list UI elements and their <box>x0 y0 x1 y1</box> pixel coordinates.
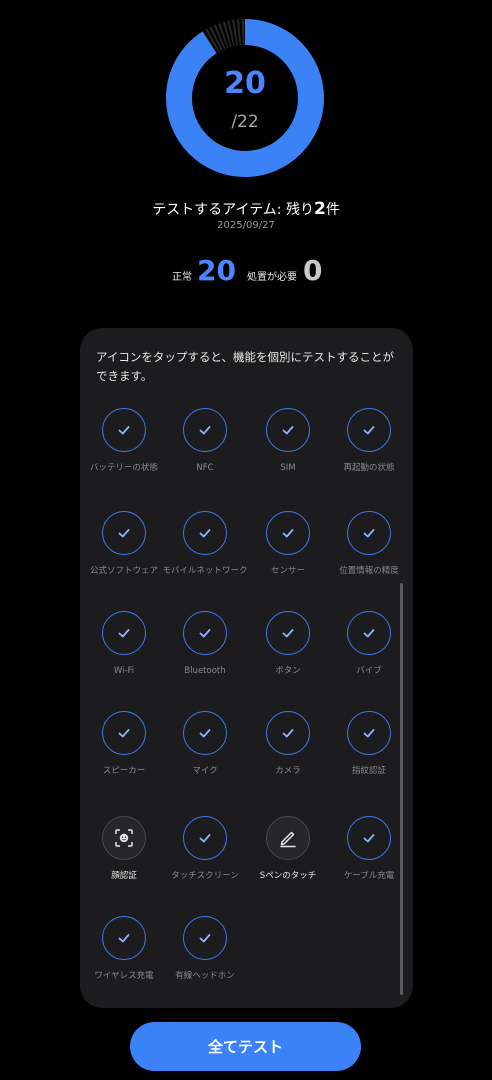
test-all-button[interactable]: 全てテスト <box>130 1022 361 1071</box>
check-icon <box>116 625 132 641</box>
test-items-panel: アイコンをタップすると、機能を個別にテストすることができます。 バッテリーの状態… <box>80 328 413 1008</box>
test-item-button[interactable] <box>183 611 227 655</box>
test-item-button[interactable] <box>347 711 391 755</box>
needs-action-label: 処置が必要 <box>247 272 297 283</box>
test-item-label: センサー <box>270 566 305 576</box>
test-item-label: バッテリーの状態 <box>89 463 158 473</box>
face-scan-icon <box>114 828 134 848</box>
test-item-button[interactable] <box>102 916 146 960</box>
test-item-label: SIM <box>280 463 296 473</box>
remaining-suffix: 件 <box>325 202 340 218</box>
progress-ring: 20 /22 <box>165 18 325 178</box>
check-icon <box>116 725 132 741</box>
test-item-label: スピーカー <box>102 766 146 776</box>
test-item-button[interactable] <box>266 611 310 655</box>
panel-description: アイコンをタップすると、機能を個別にテストすることができます。 <box>96 350 394 383</box>
remaining-items: テストするアイテム: 残り2件 <box>0 199 492 219</box>
check-icon <box>197 422 213 438</box>
test-item-button[interactable] <box>266 711 310 755</box>
test-item-button[interactable] <box>266 408 310 452</box>
test-item-label: 有線ヘッドホン <box>175 971 235 981</box>
test-item-button[interactable] <box>347 816 391 860</box>
remaining-prefix: テストするアイテム: 残り <box>152 202 314 218</box>
test-item-button[interactable] <box>266 511 310 555</box>
test-item-button[interactable] <box>102 408 146 452</box>
normal-label: 正常 <box>172 272 192 283</box>
check-icon <box>361 422 377 438</box>
test-item-button[interactable] <box>183 711 227 755</box>
remaining-count: 2 <box>313 199 326 219</box>
test-item-button[interactable] <box>347 408 391 452</box>
test-item-label: Bluetooth <box>184 666 226 676</box>
test-item-label: Wi-Fi <box>113 666 135 676</box>
normal-count: 20 <box>197 254 236 287</box>
test-item-label: ワイヤレス充電 <box>94 971 154 981</box>
test-item-button[interactable] <box>102 711 146 755</box>
test-item-button[interactable] <box>183 816 227 860</box>
check-icon <box>197 525 213 541</box>
test-item-button[interactable] <box>102 816 146 860</box>
test-item-label: 位置情報の精度 <box>339 566 399 576</box>
check-icon <box>280 525 296 541</box>
ring-count: 20 <box>224 66 266 101</box>
result-stats: 正常 20 処置が必要 0 <box>0 254 492 294</box>
check-icon <box>280 625 296 641</box>
test-item-button[interactable] <box>183 408 227 452</box>
test-item-label: モバイルネットワーク <box>162 566 248 576</box>
check-icon <box>116 525 132 541</box>
test-item-label: 公式ソフトウェア <box>89 566 158 576</box>
check-icon <box>197 725 213 741</box>
test-item-button[interactable] <box>183 916 227 960</box>
test-item-label: 顔認証 <box>111 871 137 881</box>
check-icon <box>280 725 296 741</box>
check-icon <box>197 625 213 641</box>
check-icon <box>116 930 132 946</box>
check-icon <box>361 525 377 541</box>
test-item-label: カメラ <box>275 766 301 776</box>
pen-icon <box>278 828 298 848</box>
test-item-label: タッチスクリーン <box>171 871 239 881</box>
test-item-label: Sペンのタッチ <box>259 871 317 881</box>
check-icon <box>197 930 213 946</box>
check-icon <box>361 830 377 846</box>
test-item-label: 再起動の状態 <box>343 463 395 473</box>
check-icon <box>116 422 132 438</box>
test-date: 2025/09/27 <box>217 220 275 231</box>
test-item-button[interactable] <box>102 511 146 555</box>
check-icon <box>361 625 377 641</box>
panel-scrollbar[interactable] <box>400 583 403 995</box>
check-icon <box>280 422 296 438</box>
test-item-button[interactable] <box>183 511 227 555</box>
test-item-label: マイク <box>192 766 218 776</box>
test-item-button[interactable] <box>266 816 310 860</box>
check-icon <box>197 830 213 846</box>
check-icon <box>361 725 377 741</box>
ring-total: /22 <box>231 112 259 132</box>
test-item-label: NFC <box>196 463 214 473</box>
test-item-label: ボタン <box>275 666 301 676</box>
test-item-button[interactable] <box>102 611 146 655</box>
test-item-button[interactable] <box>347 611 391 655</box>
test-item-button[interactable] <box>347 511 391 555</box>
needs-action-count: 0 <box>303 254 323 287</box>
